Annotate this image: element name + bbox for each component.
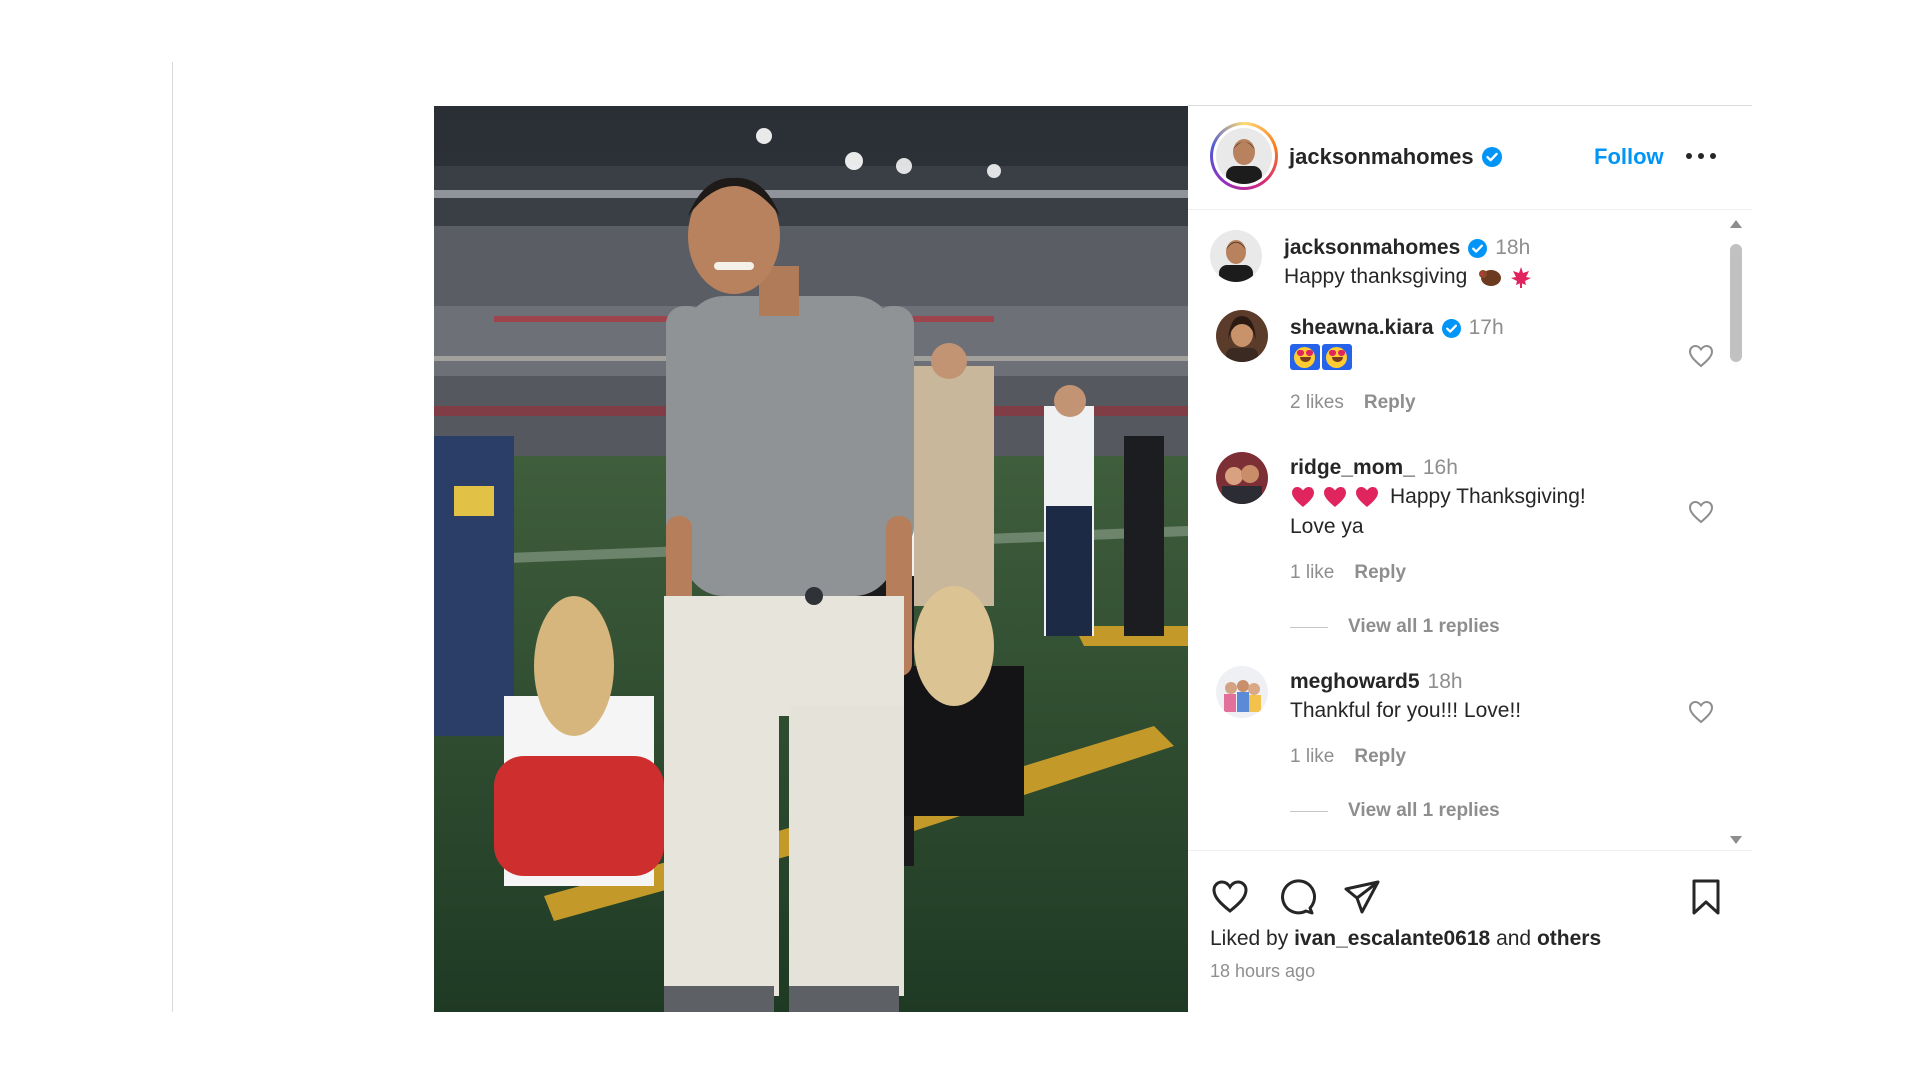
comment-emoji-row xyxy=(1290,344,1354,370)
comment-time[interactable]: 18h xyxy=(1428,670,1463,694)
follow-button[interactable]: Follow xyxy=(1594,144,1664,170)
reply-button[interactable]: Reply xyxy=(1364,392,1416,414)
maple-leaf-emoji-icon xyxy=(1511,267,1532,288)
scroll-down-icon[interactable] xyxy=(1730,836,1742,844)
view-replies-button[interactable]: View all 1 replies xyxy=(1290,616,1500,638)
verified-badge-icon xyxy=(1468,238,1488,258)
heart-icon[interactable] xyxy=(1210,877,1250,917)
comment-text: Thankful for you!!! Love!! xyxy=(1290,699,1522,722)
turkey-emoji-icon xyxy=(1479,270,1502,286)
red-heart-emoji-icon xyxy=(1356,487,1378,507)
star-struck-emoji-icon xyxy=(1322,344,1352,370)
comment-like-heart-icon[interactable] xyxy=(1688,500,1714,524)
post-timestamp[interactable]: 18 hours ago xyxy=(1210,961,1315,982)
comment-username-row: ridge_mom_ 16h xyxy=(1290,456,1458,480)
author-avatar[interactable] xyxy=(1210,122,1278,190)
liked-by-user[interactable]: ivan_escalante0618 xyxy=(1294,927,1490,950)
comment-username[interactable]: meghoward5 xyxy=(1290,670,1420,694)
post-header: jacksonmahomes Follow xyxy=(1188,106,1752,210)
comment-text-line2: Love ya xyxy=(1290,515,1364,538)
comment-likes[interactable]: 1 like xyxy=(1290,562,1334,584)
caption-username[interactable]: jacksonmahomes xyxy=(1284,236,1460,260)
page-left-divider xyxy=(172,62,173,1012)
comment-likes[interactable]: 2 likes xyxy=(1290,392,1344,414)
replies-divider xyxy=(1290,626,1328,628)
verified-badge-icon xyxy=(1481,147,1502,167)
comment-time[interactable]: 16h xyxy=(1423,456,1458,480)
star-struck-emoji-icon xyxy=(1290,344,1320,370)
view-replies-button[interactable]: View all 1 replies xyxy=(1290,800,1500,822)
comment-icon[interactable] xyxy=(1276,877,1316,917)
view-replies-label[interactable]: View all 1 replies xyxy=(1348,616,1500,638)
comment-username[interactable]: ridge_mom_ xyxy=(1290,456,1415,480)
caption-text: Happy thanksgiving xyxy=(1284,265,1468,288)
caption-avatar[interactable] xyxy=(1210,230,1262,282)
author-username-row[interactable]: jacksonmahomes xyxy=(1289,144,1502,170)
comment-avatar[interactable] xyxy=(1216,310,1268,362)
caption-username-row: jacksonmahomes 18h xyxy=(1284,236,1530,260)
verified-badge-icon xyxy=(1441,318,1461,338)
scrollbar-thumb[interactable] xyxy=(1730,244,1742,362)
post-photo[interactable] xyxy=(434,106,1188,1012)
liked-by-others[interactable]: others xyxy=(1537,927,1601,950)
comment-username-row: meghoward5 18h xyxy=(1290,670,1463,694)
comment-like-heart-icon[interactable] xyxy=(1688,700,1714,724)
comment-avatar[interactable] xyxy=(1216,666,1268,718)
red-heart-emoji-icon xyxy=(1292,487,1314,507)
red-heart-emoji-icon xyxy=(1324,487,1346,507)
reply-button[interactable]: Reply xyxy=(1354,562,1406,584)
comment-username-row: sheawna.kiara 17h xyxy=(1290,316,1504,340)
more-options-icon[interactable] xyxy=(1686,150,1716,162)
comment-text-row: Happy Thanksgiving! xyxy=(1290,482,1586,512)
view-replies-label[interactable]: View all 1 replies xyxy=(1348,800,1500,822)
comment-meta: 2 likes Reply xyxy=(1290,392,1436,414)
comment-meta: 1 like Reply xyxy=(1290,562,1426,584)
comment-likes[interactable]: 1 like xyxy=(1290,746,1334,768)
comment-time[interactable]: 17h xyxy=(1469,316,1504,340)
scroll-up-icon[interactable] xyxy=(1730,220,1742,228)
comment-like-heart-icon[interactable] xyxy=(1688,344,1714,368)
liked-by-line: Liked by ivan_escalante0618 and others xyxy=(1210,927,1601,951)
post-actions: Liked by ivan_escalante0618 and others 1… xyxy=(1188,850,1752,1012)
comment-meta: 1 like Reply xyxy=(1290,746,1426,768)
comment-avatar[interactable] xyxy=(1216,452,1268,504)
share-icon[interactable] xyxy=(1342,877,1382,917)
comments-list[interactable]: jacksonmahomes 18h Happy thanksgiving sh… xyxy=(1188,210,1752,950)
caption-text-row: Happy thanksgiving xyxy=(1284,262,1533,292)
author-username[interactable]: jacksonmahomes xyxy=(1289,144,1474,170)
liked-by-prefix: Liked by xyxy=(1210,927,1289,950)
replies-divider xyxy=(1290,810,1328,812)
reply-button[interactable]: Reply xyxy=(1354,746,1406,768)
caption-time[interactable]: 18h xyxy=(1495,236,1530,260)
comments-scrollbar[interactable] xyxy=(1726,216,1742,846)
comment-username[interactable]: sheawna.kiara xyxy=(1290,316,1434,340)
comment-text: Happy Thanksgiving! xyxy=(1390,485,1586,508)
post-modal: jacksonmahomes Follow jacksonmahomes 18h… xyxy=(434,106,1752,1012)
post-side-panel: jacksonmahomes Follow jacksonmahomes 18h… xyxy=(1188,106,1752,1012)
bookmark-icon[interactable] xyxy=(1686,877,1726,917)
liked-by-connector: and xyxy=(1496,927,1532,950)
